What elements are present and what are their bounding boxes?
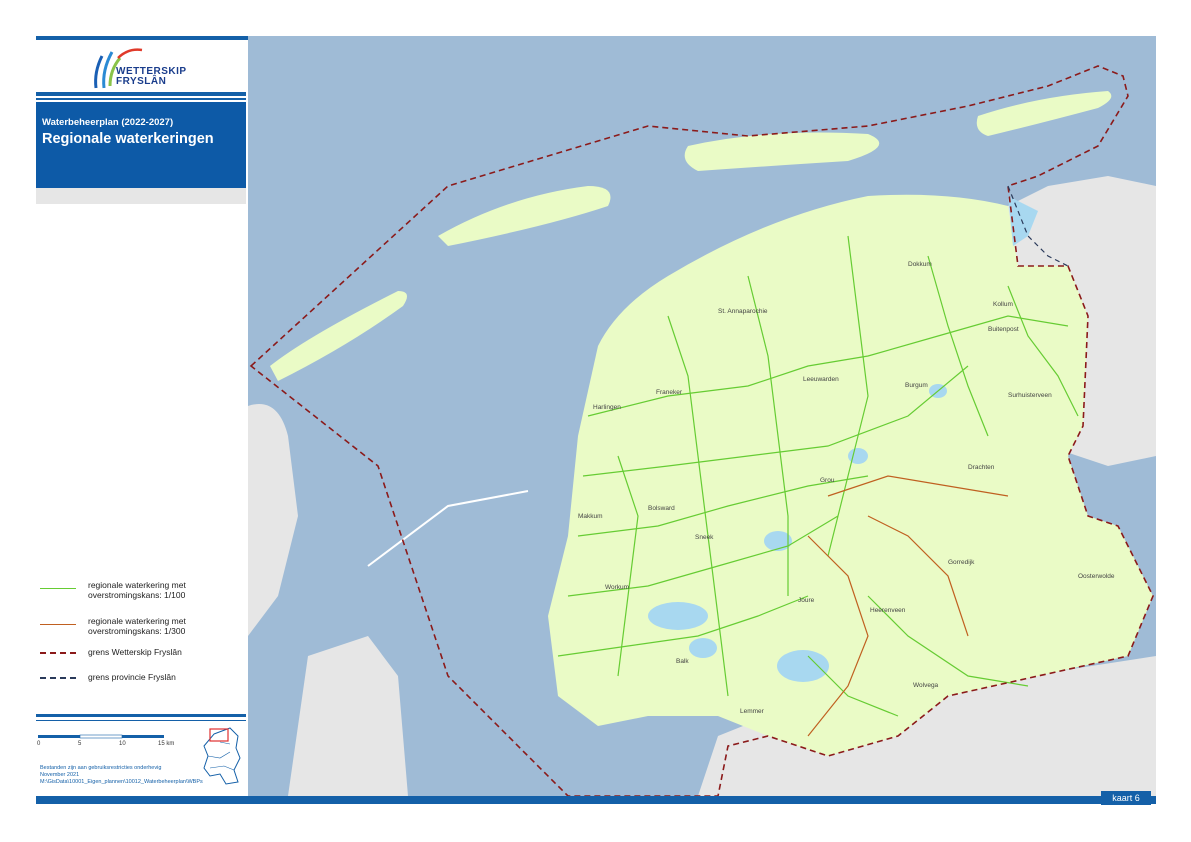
svg-text:Kollum: Kollum bbox=[993, 301, 1013, 308]
logo-line2: FRYSLÂN bbox=[116, 76, 167, 87]
note-text: November 2021 bbox=[40, 772, 80, 778]
logo-text: WETTERSKIP FRYSLÂN bbox=[116, 67, 187, 87]
logo: WETTERSKIP FRYSLÂN bbox=[36, 40, 246, 90]
svg-text:Wolvega: Wolvega bbox=[913, 682, 939, 689]
scale-label: 10 bbox=[119, 741, 126, 747]
overview-map-icon bbox=[203, 727, 241, 785]
legend-label: grens Wetterskip Fryslân bbox=[88, 647, 182, 657]
map[interactable]: Dokkum Kollum Buitenpost St. Annaparochi… bbox=[248, 36, 1156, 796]
svg-text:Oosterwolde: Oosterwolde bbox=[1078, 573, 1115, 580]
scale-label: 5 bbox=[78, 741, 82, 747]
svg-text:Joure: Joure bbox=[798, 597, 815, 604]
svg-text:St. Annaparochie: St. Annaparochie bbox=[718, 308, 768, 315]
sidebar: WETTERSKIP FRYSLÂN Waterbeheerplan (2022… bbox=[36, 40, 246, 796]
svg-text:Lemmer: Lemmer bbox=[740, 708, 765, 715]
frame-bottom-bar bbox=[36, 796, 1156, 804]
legend-swatch bbox=[40, 652, 76, 654]
legend-item-grens-wetterskip: grens Wetterskip Fryslân bbox=[36, 647, 246, 671]
page-title: Regionale waterkeringen bbox=[42, 131, 214, 147]
svg-text:Gorredijk: Gorredijk bbox=[948, 559, 975, 566]
scale-label: 0 bbox=[37, 741, 41, 747]
svg-text:Heerenveen: Heerenveen bbox=[870, 607, 906, 614]
svg-text:Franeker: Franeker bbox=[656, 389, 683, 396]
grey-band bbox=[36, 188, 246, 204]
svg-text:Drachten: Drachten bbox=[968, 464, 995, 471]
scale-bar bbox=[38, 734, 164, 739]
divider-bar bbox=[36, 92, 246, 96]
legend-swatch bbox=[40, 677, 76, 679]
svg-text:Burgum: Burgum bbox=[905, 382, 928, 389]
note-text: M:\GisData\10001_Eigen_plannen\10012_Wat… bbox=[40, 779, 203, 785]
legend-label: regionale waterkering met overstromingska… bbox=[88, 580, 186, 600]
svg-text:Sneek: Sneek bbox=[695, 534, 714, 541]
legend-label: regionale waterkering met overstromingska… bbox=[88, 616, 186, 636]
legend-swatch bbox=[40, 624, 76, 625]
divider-bar-thin bbox=[36, 720, 246, 721]
page-subtitle: Waterbeheerplan (2022-2027) bbox=[42, 117, 174, 128]
legend-swatch bbox=[40, 588, 76, 589]
svg-text:Harlingen: Harlingen bbox=[593, 404, 621, 411]
svg-text:Grou: Grou bbox=[820, 477, 835, 484]
legend-label: grens provincie Fryslân bbox=[88, 672, 176, 682]
svg-text:Makkum: Makkum bbox=[578, 513, 603, 520]
legend-item-1100: regionale waterkering met overstromingska… bbox=[36, 580, 246, 604]
divider-bar-thin bbox=[36, 98, 246, 100]
svg-text:Balk: Balk bbox=[676, 658, 689, 665]
legend-item-1300: regionale waterkering met overstromingska… bbox=[36, 616, 246, 640]
note-text: Bestanden zijn aan gebruiksrestricties o… bbox=[40, 765, 162, 771]
svg-text:Dokkum: Dokkum bbox=[908, 261, 932, 268]
svg-text:Bolsward: Bolsward bbox=[648, 505, 675, 512]
svg-text:Buitenpost: Buitenpost bbox=[988, 326, 1019, 333]
scale-label: 15 km bbox=[158, 741, 175, 747]
map-info-block: 0 5 10 15 km Bestanden zijn aan gebruiks… bbox=[36, 714, 246, 796]
legend-item-grens-provincie: grens provincie Fryslân bbox=[36, 672, 246, 696]
title-box: Waterbeheerplan (2022-2027) Regionale wa… bbox=[36, 102, 246, 188]
svg-text:Leeuwarden: Leeuwarden bbox=[803, 376, 839, 383]
svg-text:Workum: Workum bbox=[605, 584, 629, 591]
map-number-badge: kaart 6 bbox=[1101, 791, 1151, 805]
divider-bar bbox=[36, 714, 246, 717]
svg-text:Surhuisterveen: Surhuisterveen bbox=[1008, 392, 1052, 399]
